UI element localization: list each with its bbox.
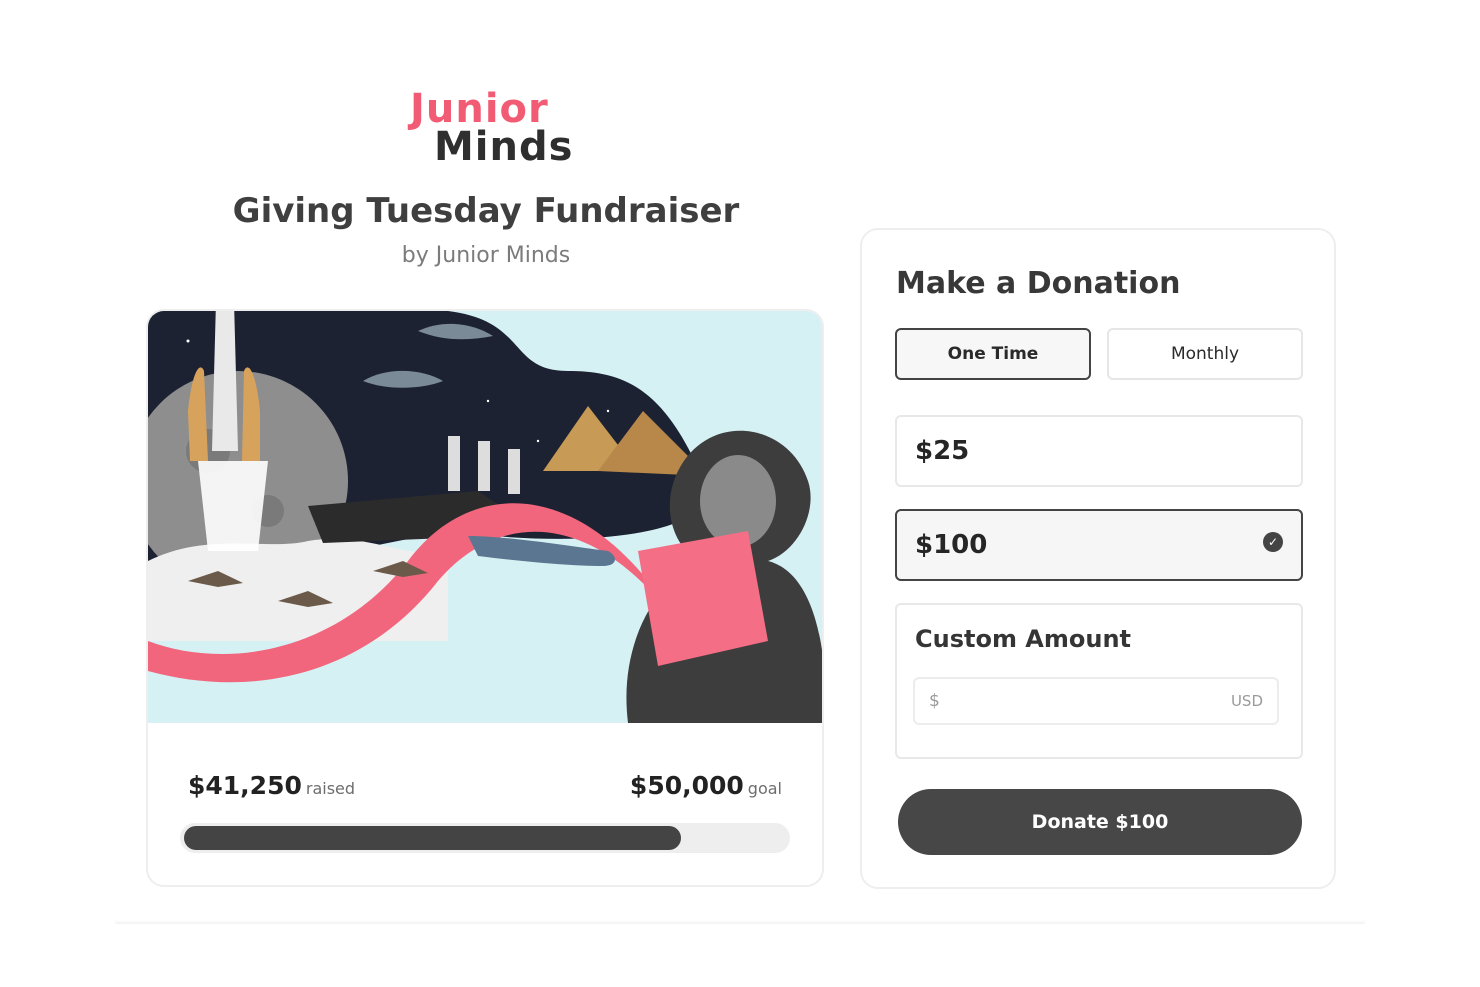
goal-label: goal [747,779,782,798]
raised-stat: $41,250 raised [188,771,355,800]
donation-title: Make a Donation [896,266,1181,301]
hero-collage-image [148,311,822,723]
custom-amount-box: Custom Amount $ USD [895,603,1303,759]
monthly-button[interactable]: Monthly [1107,328,1303,380]
amount-option-100[interactable]: $100 ✓ [895,509,1303,581]
page-subtitle: by Junior Minds [401,243,571,268]
custom-amount-field[interactable]: $ USD [913,677,1279,725]
goal-amount: $50,000 [629,771,744,800]
donate-button[interactable]: Donate $100 [898,789,1302,855]
logo-minds-text: Minds [434,124,574,170]
check-icon: ✓ [1263,532,1283,552]
space-shuttle-shape [212,311,238,451]
page-title: Giving Tuesday Fundraiser [232,191,740,231]
raised-amount: $41,250 [188,771,302,800]
one-time-button[interactable]: One Time [895,328,1091,380]
custom-amount-input[interactable] [947,685,1221,719]
raised-label: raised [305,779,356,798]
campaign-card: $41,250 raised $50,000 goal [146,309,824,887]
amount-label: $25 [915,436,970,466]
custom-amount-label: Custom Amount [915,625,1132,653]
currency-symbol: $ [929,691,940,711]
fundraising-stats: $41,250 raised $50,000 goal [188,771,782,807]
amount-label: $100 [915,530,988,560]
currency-code: USD [1230,692,1263,710]
amount-option-25[interactable]: $25 [895,415,1303,487]
junior-minds-logo: Junior Minds [410,84,574,184]
goal-stat: $50,000 goal [630,771,782,800]
donation-card: Make a Donation One Time Monthly $25 $10… [860,228,1336,889]
progress-bar [180,823,790,853]
progress-fill [184,826,681,850]
